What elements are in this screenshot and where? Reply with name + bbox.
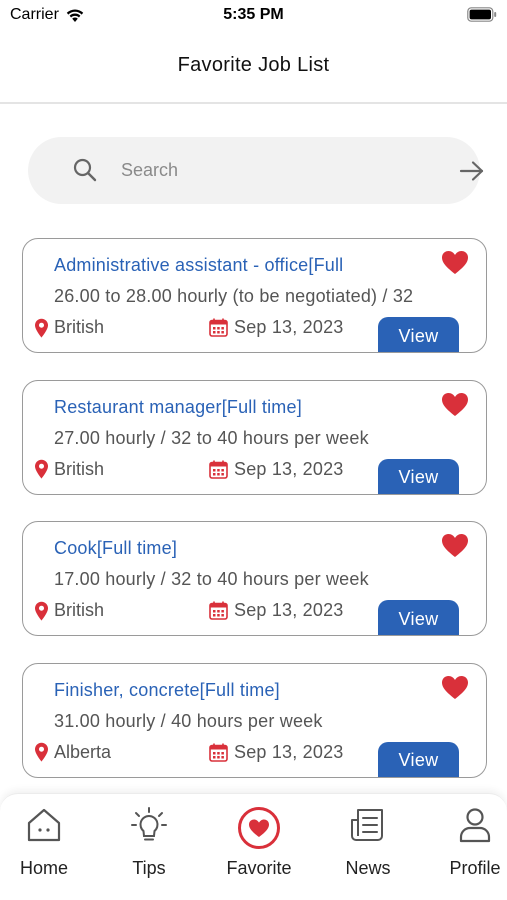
job-salary: 17.00 hourly / 32 to 40 hours per week <box>54 569 369 589</box>
heart-icon[interactable] <box>441 533 469 559</box>
location-label: British <box>54 317 105 337</box>
job-card[interactable]: Restaurant manager[Full time] 27.00 hour… <box>22 379 487 495</box>
arrow-right-icon[interactable] <box>459 159 485 183</box>
location-label: British <box>54 600 105 620</box>
calendar-icon <box>209 743 228 762</box>
tab-favorite[interactable]: Favorite <box>204 794 314 894</box>
view-button[interactable]: View <box>378 317 459 352</box>
tab-label: News <box>345 858 391 878</box>
lightbulb-icon <box>131 807 167 841</box>
job-date: Sep 13, 2023 <box>209 600 344 621</box>
heart-circle-icon <box>238 807 280 849</box>
tab-label: Favorite <box>226 858 292 878</box>
search-input[interactable] <box>121 157 441 183</box>
battery-icon <box>467 7 497 22</box>
search-icon <box>73 158 97 182</box>
search-bar[interactable] <box>28 137 484 204</box>
tab-home[interactable]: Home <box>0 794 99 894</box>
favorite-job-list: Administrative assistant - office[Full 2… <box>22 238 487 804</box>
job-date: Sep 13, 2023 <box>209 459 344 480</box>
view-button[interactable]: View <box>378 741 459 777</box>
job-title[interactable]: Finisher, concrete[Full time] <box>54 680 434 701</box>
job-location: British <box>34 459 104 480</box>
heart-icon[interactable] <box>441 250 469 276</box>
bottom-tab-bar: Home Tips Favorite News Profile <box>0 793 507 900</box>
heart-icon[interactable] <box>441 675 469 701</box>
job-location: British <box>34 317 104 338</box>
view-button[interactable]: View <box>378 600 459 635</box>
navigation-header: Favorite Job List <box>0 32 507 104</box>
job-salary: 27.00 hourly / 32 to 40 hours per week <box>54 427 369 448</box>
job-location: Alberta <box>34 742 111 763</box>
tab-label: Tips <box>132 858 166 878</box>
calendar-icon <box>209 601 228 620</box>
job-date: Sep 13, 2023 <box>209 317 344 338</box>
tab-profile[interactable]: Profile <box>420 794 507 894</box>
tab-news[interactable]: News <box>313 794 423 894</box>
clock: 5:35 PM <box>223 6 284 23</box>
home-icon <box>27 808 61 842</box>
calendar-icon <box>209 318 228 337</box>
calendar-icon <box>209 460 228 479</box>
job-date: Sep 13, 2023 <box>209 742 344 763</box>
location-pin-icon <box>35 742 48 762</box>
location-label: British <box>54 458 105 479</box>
job-title[interactable]: Administrative assistant - office[Full <box>54 255 434 276</box>
location-label: Alberta <box>54 741 112 762</box>
view-button[interactable]: View <box>378 458 459 494</box>
news-icon <box>351 809 383 841</box>
tab-tips[interactable]: Tips <box>94 794 204 894</box>
job-salary: 26.00 to 28.00 hourly (to be negotiated)… <box>54 286 414 306</box>
page-title: Favorite Job List <box>177 54 330 76</box>
location-pin-icon <box>35 459 48 479</box>
heart-icon[interactable] <box>441 392 469 418</box>
job-salary: 31.00 hourly / 40 hours per week <box>54 710 323 731</box>
date-label: Sep 13, 2023 <box>234 741 344 762</box>
job-title[interactable]: Restaurant manager[Full time] <box>54 397 434 418</box>
job-card[interactable]: Administrative assistant - office[Full 2… <box>22 238 487 353</box>
date-label: Sep 13, 2023 <box>234 600 344 620</box>
date-label: Sep 13, 2023 <box>234 458 344 479</box>
tab-label: Profile <box>449 858 501 878</box>
profile-icon <box>459 808 491 843</box>
location-pin-icon <box>35 601 48 620</box>
tab-label: Home <box>19 858 68 878</box>
job-card[interactable]: Finisher, concrete[Full time] 31.00 hour… <box>22 662 487 778</box>
job-title[interactable]: Cook[Full time] <box>54 538 434 559</box>
location-pin-icon <box>35 318 48 337</box>
status-bar: Carrier 5:35 PM <box>0 0 507 32</box>
job-location: British <box>34 600 104 621</box>
date-label: Sep 13, 2023 <box>234 317 344 337</box>
job-card[interactable]: Cook[Full time] 17.00 hourly / 32 to 40 … <box>22 521 487 636</box>
